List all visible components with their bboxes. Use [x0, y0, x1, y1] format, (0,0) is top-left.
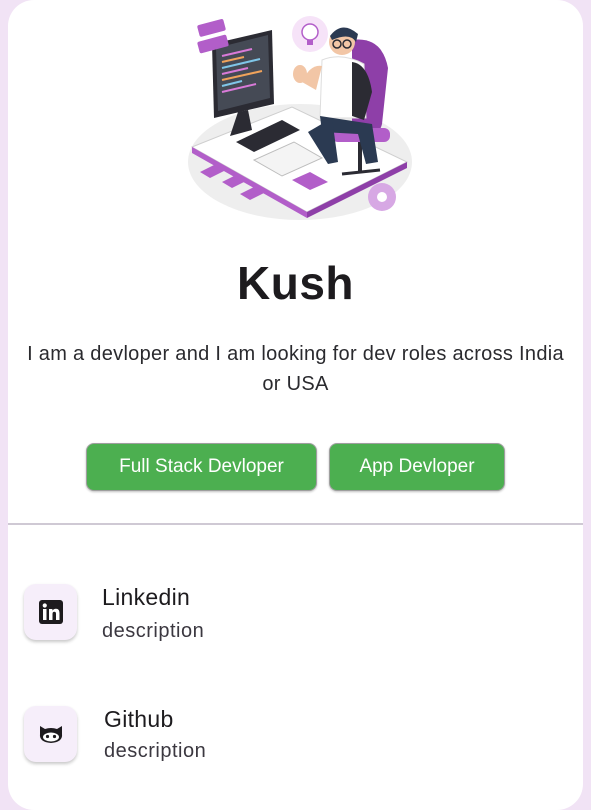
list-item-github[interactable]: Github description — [8, 694, 583, 774]
bio-line-2: or USA — [262, 373, 329, 395]
github-icon — [39, 726, 62, 743]
list-item-linkedin[interactable]: Linkedin description — [8, 572, 583, 652]
profile-bio: I am a devloper and I am looking for dev… — [8, 339, 583, 399]
github-title: Github — [104, 706, 174, 732]
full-stack-developer-button[interactable]: Full Stack Devloper — [86, 443, 317, 491]
github-icon-tile — [24, 706, 77, 762]
app-developer-button[interactable]: App Devloper — [329, 443, 505, 491]
linkedin-icon — [38, 600, 63, 624]
linkedin-description: description — [102, 620, 205, 642]
bio-line-1: I am a devloper and I am looking for dev… — [27, 343, 564, 365]
profile-card: Kush I am a devloper and I am looking fo… — [8, 0, 583, 810]
profile-name: Kush — [237, 257, 354, 309]
github-description: description — [104, 740, 207, 762]
section-divider — [8, 523, 583, 525]
developer-illustration — [188, 16, 412, 220]
linkedin-icon-tile — [24, 584, 77, 640]
linkedin-title: Linkedin — [102, 584, 191, 610]
